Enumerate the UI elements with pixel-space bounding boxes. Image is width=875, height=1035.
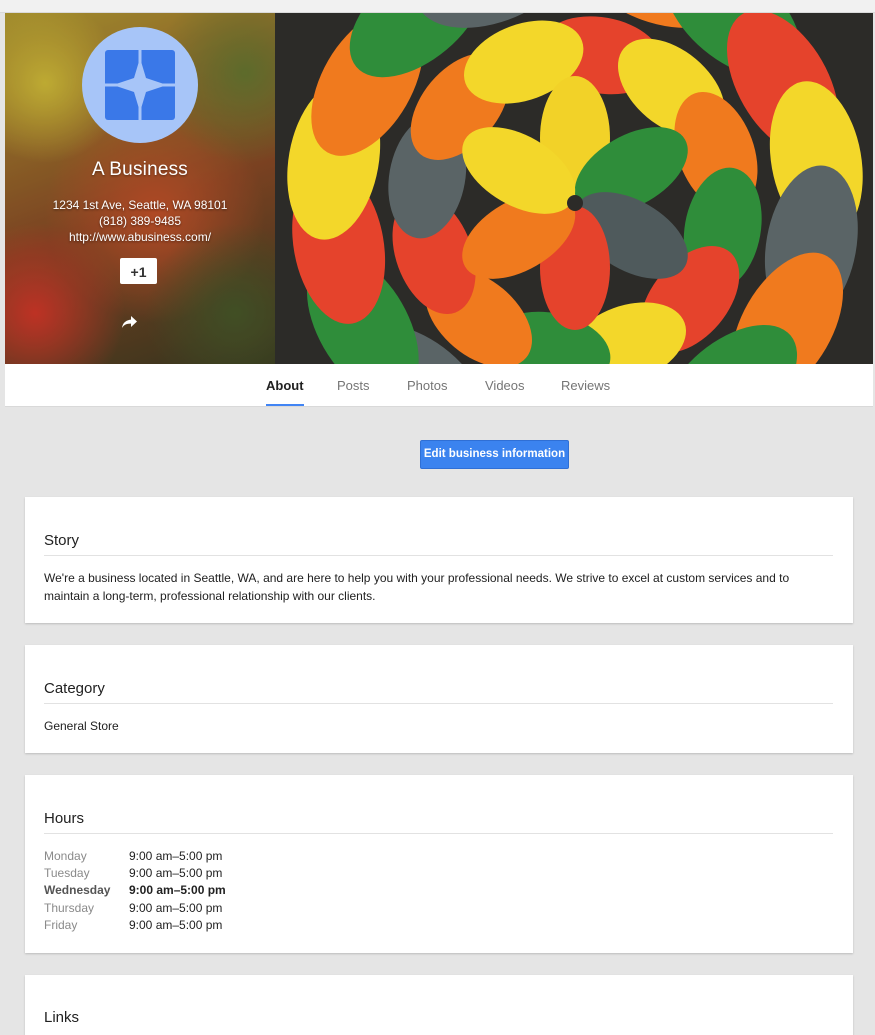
cover-photo[interactable]	[275, 13, 873, 364]
business-name: A Business	[5, 159, 275, 181]
business-website[interactable]: http://www.abusiness.com/	[5, 230, 275, 244]
edit-business-button[interactable]: Edit business information	[420, 440, 569, 469]
hours-time: 9:00 am–5:00 pm	[129, 865, 269, 882]
plus-one-button[interactable]: +1	[120, 258, 157, 284]
business-address: 1234 1st Ave, Seattle, WA 98101	[5, 198, 275, 212]
category-card: Category General Store	[25, 645, 853, 753]
hours-time: 9:00 am–5:00 pm	[129, 900, 269, 917]
story-text: We're a business located in Seattle, WA,…	[44, 569, 814, 605]
story-card: Story We're a business located in Seattl…	[25, 497, 853, 623]
avatar[interactable]	[82, 27, 198, 143]
share-icon[interactable]	[121, 315, 138, 329]
hours-day: Friday	[44, 917, 129, 934]
links-title: Links	[44, 1009, 833, 1032]
hours-title: Hours	[44, 810, 833, 834]
tab-about[interactable]: About	[266, 364, 304, 406]
hours-time: 9:00 am–5:00 pm	[129, 848, 269, 865]
tab-reviews[interactable]: Reviews	[561, 364, 610, 406]
profile-panel: A Business 1234 1st Ave, Seattle, WA 981…	[5, 13, 275, 364]
tab-posts[interactable]: Posts	[337, 364, 370, 406]
hours-time: 9:00 am–5:00 pm	[129, 882, 269, 899]
business-logo-icon	[105, 50, 175, 120]
tab-videos[interactable]: Videos	[485, 364, 525, 406]
tab-photos[interactable]: Photos	[407, 364, 447, 406]
hours-day: Monday	[44, 848, 129, 865]
top-bar	[0, 0, 875, 13]
story-title: Story	[44, 532, 833, 556]
tab-bar: About Posts Photos Videos Reviews	[5, 364, 873, 407]
hours-card: Hours Monday 9:00 am–5:00 pm Tuesday 9:0…	[25, 775, 853, 953]
links-card: Links	[25, 975, 853, 1035]
hours-time: 9:00 am–5:00 pm	[129, 917, 269, 934]
hours-day: Wednesday	[44, 882, 129, 899]
hours-day: Thursday	[44, 900, 129, 917]
business-phone[interactable]: (818) 389-9485	[5, 214, 275, 228]
profile-header: A Business 1234 1st Ave, Seattle, WA 981…	[5, 13, 873, 364]
category-title: Category	[44, 680, 833, 704]
category-value: General Store	[44, 717, 814, 735]
hours-day: Tuesday	[44, 865, 129, 882]
